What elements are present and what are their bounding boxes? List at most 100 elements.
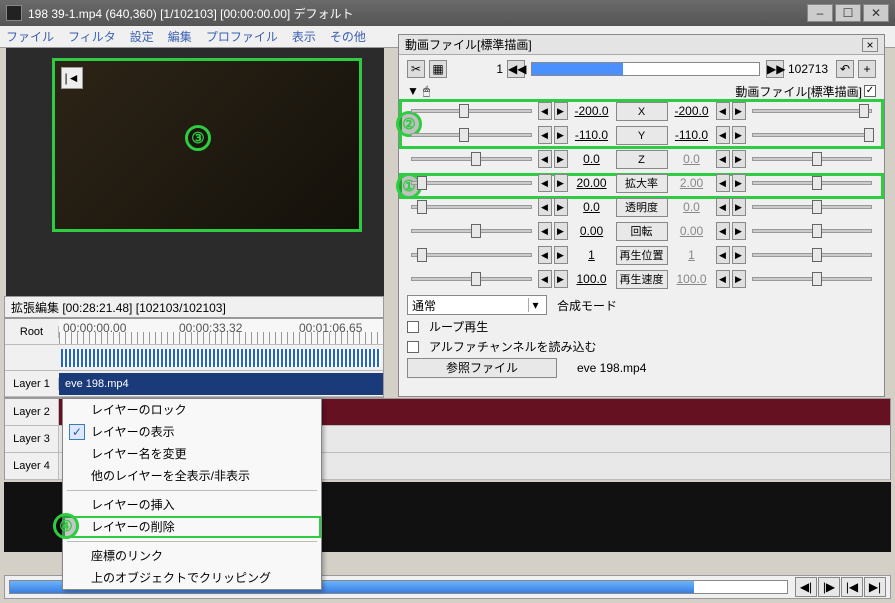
- dec-right-button[interactable]: ◀: [716, 198, 730, 216]
- ctx-toggle-others[interactable]: 他のレイヤーを全表示/非表示: [63, 465, 321, 487]
- transport-play-button[interactable]: |▶: [818, 577, 840, 597]
- menu-file[interactable]: ファイル: [6, 28, 54, 45]
- slider-left[interactable]: [411, 109, 532, 113]
- layer-1-label[interactable]: Layer 1: [5, 378, 59, 390]
- inc-right-button[interactable]: ▶: [732, 270, 746, 288]
- frame-back-button[interactable]: ↶: [836, 60, 854, 78]
- param-label-button[interactable]: 拡大率: [616, 174, 668, 193]
- inc-left-button[interactable]: ▶: [554, 198, 568, 216]
- slider-left[interactable]: [411, 277, 532, 281]
- inc-right-button[interactable]: ▶: [732, 222, 746, 240]
- layer-2-label[interactable]: Layer 2: [5, 399, 59, 425]
- value-left[interactable]: 0.00: [570, 222, 614, 240]
- ctx-delete-layer[interactable]: ④ レイヤーの削除: [63, 516, 321, 538]
- close-button[interactable]: ✕: [863, 4, 889, 22]
- value-left[interactable]: 1: [570, 246, 614, 264]
- slider-left[interactable]: [411, 205, 532, 209]
- inc-right-button[interactable]: ▶: [732, 102, 746, 120]
- value-left[interactable]: -200.0: [570, 102, 614, 120]
- param-label-button[interactable]: 再生速度: [616, 270, 668, 289]
- ctx-lock-layer[interactable]: レイヤーのロック: [63, 399, 321, 421]
- toolbar-grid-icon[interactable]: ▦: [429, 60, 447, 78]
- alpha-checkbox[interactable]: [407, 341, 419, 353]
- transport-prev-button[interactable]: |◀: [841, 577, 863, 597]
- slider-right[interactable]: [752, 157, 873, 161]
- value-right[interactable]: 2.00: [670, 174, 714, 192]
- frame-rewind-button[interactable]: ◀◀: [507, 60, 525, 78]
- dec-left-button[interactable]: ◀: [538, 102, 552, 120]
- dec-left-button[interactable]: ◀: [538, 150, 552, 168]
- value-left[interactable]: 0.0: [570, 150, 614, 168]
- dec-left-button[interactable]: ◀: [538, 174, 552, 192]
- inc-left-button[interactable]: ▶: [554, 102, 568, 120]
- value-right[interactable]: 0.0: [670, 150, 714, 168]
- value-right[interactable]: -110.0: [670, 126, 714, 144]
- frame-ffwd-button[interactable]: ▶▶: [766, 60, 784, 78]
- ctx-insert-layer[interactable]: レイヤーの挿入: [63, 494, 321, 516]
- dec-right-button[interactable]: ◀: [716, 126, 730, 144]
- value-right[interactable]: -200.0: [670, 102, 714, 120]
- value-right[interactable]: 0.0: [670, 198, 714, 216]
- menu-other[interactable]: その他: [330, 28, 366, 45]
- inc-right-button[interactable]: ▶: [732, 150, 746, 168]
- dec-right-button[interactable]: ◀: [716, 174, 730, 192]
- param-label-button[interactable]: 再生位置: [616, 246, 668, 265]
- slider-right[interactable]: [752, 253, 873, 257]
- enable-checkbox[interactable]: ✓: [864, 85, 876, 97]
- property-close-button[interactable]: ×: [862, 38, 878, 52]
- param-label-button[interactable]: Z: [616, 150, 668, 169]
- dec-left-button[interactable]: ◀: [538, 198, 552, 216]
- slider-right[interactable]: [752, 133, 873, 137]
- dec-right-button[interactable]: ◀: [716, 222, 730, 240]
- transport-start-button[interactable]: ◀|: [795, 577, 817, 597]
- slider-left[interactable]: [411, 133, 532, 137]
- ctx-clip-above[interactable]: 上のオブジェクトでクリッピング: [63, 567, 321, 589]
- slider-right[interactable]: [752, 205, 873, 209]
- video-clip[interactable]: eve 198.mp4: [59, 373, 383, 395]
- param-label-button[interactable]: 透明度: [616, 198, 668, 217]
- param-label-button[interactable]: X: [616, 102, 668, 121]
- inc-left-button[interactable]: ▶: [554, 270, 568, 288]
- slider-left[interactable]: [411, 229, 532, 233]
- menu-settings[interactable]: 設定: [130, 28, 154, 45]
- blend-mode-combo[interactable]: 通常 ▾: [407, 295, 547, 315]
- minimize-button[interactable]: –: [807, 4, 833, 22]
- menu-view[interactable]: 表示: [292, 28, 316, 45]
- dec-right-button[interactable]: ◀: [716, 246, 730, 264]
- dec-right-button[interactable]: ◀: [716, 270, 730, 288]
- value-right[interactable]: 0.00: [670, 222, 714, 240]
- inc-left-button[interactable]: ▶: [554, 174, 568, 192]
- timeline-root-label[interactable]: Root: [5, 326, 59, 338]
- inc-left-button[interactable]: ▶: [554, 246, 568, 264]
- maximize-button[interactable]: ☐: [835, 4, 861, 22]
- slider-left[interactable]: [411, 253, 532, 257]
- dec-right-button[interactable]: ◀: [716, 102, 730, 120]
- toolbar-scissors-icon[interactable]: ✂: [407, 60, 425, 78]
- value-right[interactable]: 1: [670, 246, 714, 264]
- dropdown-icon[interactable]: ▼: [407, 84, 419, 98]
- dec-left-button[interactable]: ◀: [538, 246, 552, 264]
- timeline-ruler[interactable]: 00:00:00.00 00:00:33.32 00:01:06.65: [59, 319, 383, 344]
- inc-left-button[interactable]: ▶: [554, 222, 568, 240]
- inc-right-button[interactable]: ▶: [732, 246, 746, 264]
- value-left[interactable]: 100.0: [570, 270, 614, 288]
- loop-checkbox[interactable]: [407, 321, 419, 333]
- frame-add-button[interactable]: +: [858, 60, 876, 78]
- slider-right[interactable]: [752, 277, 873, 281]
- menu-edit[interactable]: 編集: [168, 28, 192, 45]
- slider-right[interactable]: [752, 229, 873, 233]
- audio-waveform[interactable]: [61, 349, 381, 367]
- menu-filter[interactable]: フィルタ: [68, 28, 116, 45]
- ctx-link-coord[interactable]: 座標のリンク: [63, 545, 321, 567]
- reference-file-button[interactable]: 参照ファイル: [407, 358, 557, 378]
- ctx-rename-layer[interactable]: レイヤー名を変更: [63, 443, 321, 465]
- slider-right[interactable]: [752, 181, 873, 185]
- dec-left-button[interactable]: ◀: [538, 222, 552, 240]
- value-left[interactable]: -110.0: [570, 126, 614, 144]
- inc-left-button[interactable]: ▶: [554, 150, 568, 168]
- inc-left-button[interactable]: ▶: [554, 126, 568, 144]
- layer-3-label[interactable]: Layer 3: [5, 426, 59, 452]
- value-left[interactable]: 0.0: [570, 198, 614, 216]
- inc-right-button[interactable]: ▶: [732, 126, 746, 144]
- param-label-button[interactable]: 回転: [616, 222, 668, 241]
